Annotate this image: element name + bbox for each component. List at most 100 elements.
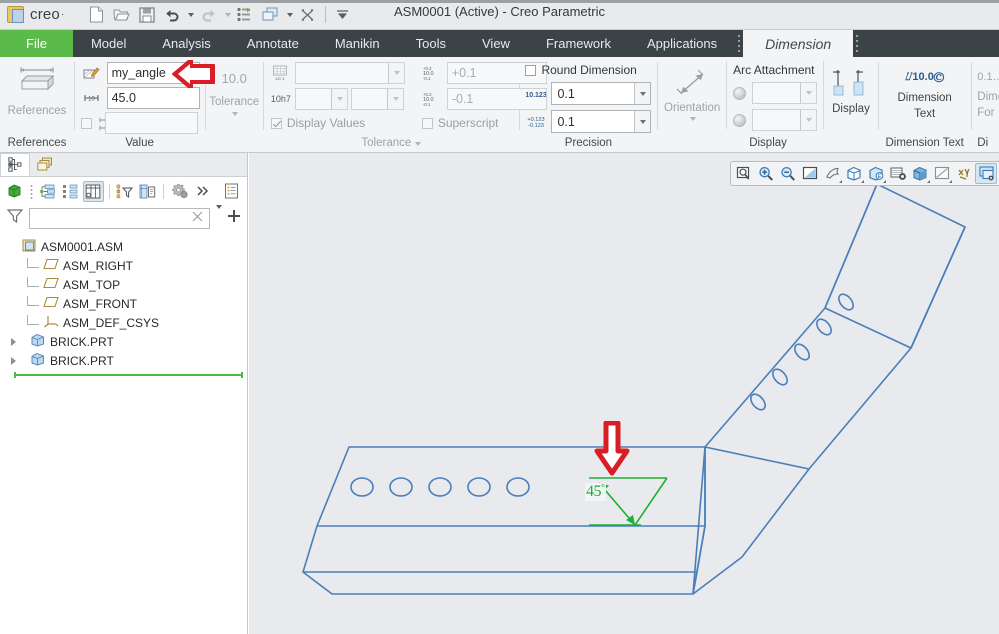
superscript-checkbox[interactable] [422, 118, 433, 129]
spin-axes-icon[interactable] [953, 163, 975, 184]
tab-view[interactable]: View [464, 30, 528, 57]
tree-expander-icon[interactable] [8, 338, 18, 346]
tolerance-group-title[interactable]: Tolerance [264, 134, 519, 153]
tolerance-precision-input[interactable]: 0.1 [551, 110, 651, 133]
chevron-double-right-icon [196, 185, 210, 197]
collapse-tree-button[interactable] [60, 181, 81, 202]
tree-filter-button[interactable] [115, 181, 136, 202]
datum-plane-icon [43, 296, 59, 311]
graphics-viewport[interactable]: 45° [249, 153, 999, 634]
nominal-precision-dropdown-icon[interactable] [634, 83, 650, 104]
tab-file[interactable]: File [0, 30, 73, 57]
tab-applications[interactable]: Applications [629, 30, 735, 57]
assembly-icon [22, 238, 37, 256]
fit-class-dropdown-b-icon[interactable] [387, 89, 403, 109]
round-dimension-checkbox[interactable] [525, 65, 536, 76]
fit-class-input-a[interactable] [295, 88, 348, 110]
view-cube-icon[interactable] [843, 163, 865, 184]
orientation-button[interactable]: Orientation [664, 61, 720, 121]
witness-line-display-button[interactable]: Display [830, 61, 872, 115]
display-inner-separator-2 [823, 61, 824, 129]
arc-attachment-label: Arc Attachment [733, 63, 817, 77]
perspective-icon[interactable] [931, 163, 953, 184]
more-commands-button[interactable] [192, 181, 213, 202]
spin-center-icon[interactable] [821, 163, 843, 184]
nominal-precision-input[interactable]: 0.1 [551, 82, 651, 105]
tree-display-button[interactable] [137, 181, 158, 202]
arc-attachment-input-b[interactable] [752, 109, 817, 131]
display-values-checkbox[interactable] [271, 118, 282, 129]
repaint-icon[interactable] [799, 163, 821, 184]
tolerance-mode-dropdown-icon[interactable] [232, 112, 238, 116]
arc-attachment-dropdown-b-icon[interactable] [800, 110, 816, 130]
clear-search-icon[interactable] [192, 209, 203, 227]
tolerance-table-input[interactable] [295, 62, 405, 84]
arc-attachment-dropdown-a-icon[interactable] [800, 83, 816, 103]
tab-dimension[interactable]: Dimension [743, 30, 853, 57]
tree-item-assembly-root[interactable]: ASM0001.ASM [6, 237, 247, 256]
tab-manikin[interactable]: Manikin [317, 30, 398, 57]
tree-item-asm-def-csys[interactable]: ASM_DEF_CSYS [6, 313, 247, 332]
override-value-input[interactable] [105, 112, 198, 134]
nominal-precision-value: 0.1 [552, 87, 634, 101]
datum-display-icon[interactable]: E [865, 163, 887, 184]
tree-search-input[interactable] [29, 208, 210, 229]
references-button[interactable]: References [6, 61, 68, 117]
model-tree-tab[interactable] [0, 153, 30, 176]
add-filter-icon[interactable] [227, 209, 241, 228]
appearance-icon[interactable] [975, 163, 997, 184]
tab-model[interactable]: Model [73, 30, 144, 57]
tab-analysis[interactable]: Analysis [144, 30, 228, 57]
layer-tree-tab[interactable] [30, 153, 60, 176]
override-value-checkbox[interactable] [81, 118, 92, 129]
tree-settings-button[interactable] [169, 181, 190, 202]
tolerance-precision-dropdown-icon[interactable] [634, 111, 650, 132]
tree-columns-button[interactable] [83, 181, 104, 202]
tree-item-brick-1[interactable]: BRICK.PRT [6, 332, 247, 351]
tolerance-precision-icon: +0.123-0.123 [525, 113, 547, 131]
display-style-button[interactable] [5, 181, 26, 202]
tolerance-mode-group-title [205, 134, 263, 153]
dimension-name-icon [81, 64, 103, 82]
zoom-fit-icon[interactable] [733, 163, 755, 184]
annotation-display-icon[interactable] [887, 163, 909, 184]
tree-item-asm-top[interactable]: ASM_TOP [6, 275, 247, 294]
shading-cube-icon[interactable] [909, 163, 931, 184]
tree-display-icon [139, 184, 156, 199]
red-arrow-left [170, 60, 216, 88]
tolerance-table-dropdown-icon[interactable] [388, 63, 404, 83]
zoom-out-icon[interactable] [777, 163, 799, 184]
display-values-row[interactable]: Display Values [271, 116, 405, 130]
fit-class-input-b[interactable] [351, 88, 404, 110]
tree-item-asm-right[interactable]: ASM_RIGHT [6, 256, 247, 275]
tree-item-asm-front[interactable]: ASM_FRONT [6, 294, 247, 313]
dimension-format-button[interactable]: 0.1… Dime For [977, 67, 999, 119]
arc-attachment-input-a[interactable] [752, 82, 817, 104]
angle-dimension-label[interactable]: 45° [585, 483, 606, 501]
orientation-dropdown-icon[interactable] [690, 117, 696, 121]
arc-attachment-radio-b[interactable] [733, 114, 746, 127]
grip-dots-icon[interactable] [28, 181, 35, 202]
tree-filter-icon [116, 184, 133, 199]
tree-item-brick-2[interactable]: BRICK.PRT [6, 351, 247, 370]
tab-tools[interactable]: Tools [398, 30, 464, 57]
fit-class-dropdown-a-icon[interactable] [331, 89, 347, 109]
ribbon-group-dimension-format: 0.1… Dime For Di [971, 57, 999, 153]
superscript-label: Superscript [438, 116, 499, 130]
tab-framework[interactable]: Framework [528, 30, 629, 57]
tolerance-group-expand-icon[interactable] [415, 142, 421, 146]
funnel-icon[interactable] [6, 208, 24, 229]
tree-notes-button[interactable] [221, 181, 242, 202]
dimension-value-input[interactable]: 45.0 [107, 87, 200, 109]
zoom-in-icon[interactable] [755, 163, 777, 184]
tree-filter-dropdown-icon[interactable] [215, 209, 222, 227]
round-dimension-row[interactable]: Round Dimension [525, 63, 636, 77]
dimension-text-button[interactable]: ⌰10.0Ⓒ Dimension Text [885, 67, 965, 120]
expand-tree-button[interactable] [37, 181, 58, 202]
tree-expander-icon[interactable] [8, 357, 18, 365]
tolerance-mode-button[interactable]: 10.0 Tolerance [209, 67, 259, 116]
window-title: ASM0001 (Active) - Creo Parametric [0, 4, 999, 19]
arc-attachment-radio-a[interactable] [733, 87, 746, 100]
tab-annotate[interactable]: Annotate [229, 30, 317, 57]
dimension-text-label-2: Text [914, 108, 935, 120]
